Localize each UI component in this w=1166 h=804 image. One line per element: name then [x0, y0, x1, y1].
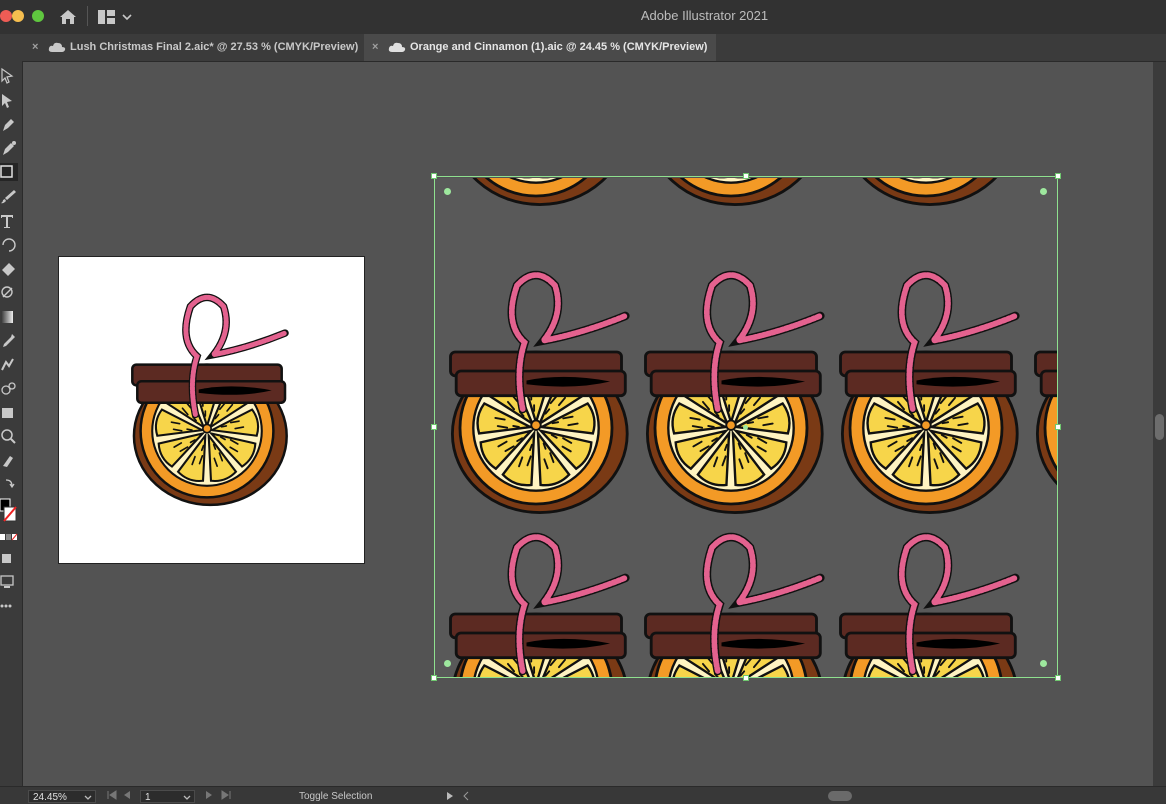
resize-handle-top-left[interactable]: [431, 173, 437, 179]
drawing-mode-icon[interactable]: [0, 551, 18, 569]
fill-stroke-swatches-icon: [0, 498, 17, 522]
pen-tool-icon[interactable]: [0, 116, 18, 134]
previous-artboard-icon[interactable]: [122, 790, 132, 800]
swatch-swap-icon[interactable]: [0, 477, 18, 495]
curvature-tool-icon[interactable]: [0, 140, 18, 158]
corner-widget-bottom-left[interactable]: [444, 660, 451, 667]
document-tab-bar: × Lush Christmas Final 2.aic* @ 27.53 % …: [0, 34, 1166, 62]
status-menu-arrow-icon[interactable]: [446, 791, 454, 801]
vertical-scroll-thumb[interactable]: [1155, 414, 1164, 440]
last-artboard-icon[interactable]: [220, 790, 232, 800]
status-bar: 24.45% 1 Toggle Selection: [0, 786, 1166, 804]
title-bar: Adobe Illustrator 2021: [0, 0, 1166, 34]
status-tool-text: Toggle Selection: [299, 791, 373, 802]
hand-tool-icon[interactable]: [0, 452, 18, 470]
tab-label: Lush Christmas Final 2.aic* @ 27.53 % (C…: [70, 41, 359, 53]
resize-handle-top[interactable]: [743, 173, 749, 179]
resize-handle-left[interactable]: [431, 424, 437, 430]
gradient-tool-icon[interactable]: [0, 308, 18, 326]
artboard-number-value: 1: [145, 792, 151, 803]
selection-tool-icon[interactable]: [0, 67, 18, 85]
vertical-scrollbar[interactable]: [1153, 62, 1166, 786]
zoom-level-field[interactable]: 24.45%: [28, 790, 96, 803]
eyedropper-tool-icon[interactable]: [0, 332, 18, 350]
artboard-tool-icon[interactable]: [0, 404, 18, 422]
resize-handle-bottom-left[interactable]: [431, 675, 437, 681]
cloud-document-icon: [388, 42, 406, 52]
blend-tool-icon[interactable]: [0, 356, 18, 374]
chevron-down-icon: [183, 795, 191, 800]
center-point[interactable]: [743, 425, 748, 430]
orange-cinnamon-illustration: [59, 257, 366, 565]
paintbrush-tool-icon[interactable]: [0, 188, 18, 206]
next-artboard-icon[interactable]: [204, 790, 214, 800]
rotate-tool-icon[interactable]: [0, 236, 18, 254]
close-tab-icon[interactable]: ×: [372, 34, 378, 61]
type-tool-icon[interactable]: [0, 212, 18, 230]
window-title: Adobe Illustrator 2021: [640, 8, 769, 23]
tab-orange-and-cinnamon[interactable]: × Orange and Cinnamon (1).aic @ 24.45 % …: [364, 34, 716, 61]
screen-mode-icon[interactable]: [0, 573, 18, 591]
scroll-left-arrow-icon[interactable]: [462, 791, 470, 801]
rectangle-tool-active[interactable]: [0, 163, 18, 181]
fill-stroke-icon[interactable]: [0, 497, 22, 525]
direct-selection-tool-icon[interactable]: [0, 92, 18, 110]
first-artboard-icon[interactable]: [106, 790, 118, 800]
corner-widget-top-left[interactable]: [444, 188, 451, 195]
rectangle-tool-icon: [0, 165, 13, 178]
corner-widget-bottom-right[interactable]: [1040, 660, 1047, 667]
more-tools-icon[interactable]: [0, 597, 18, 615]
chevron-down-icon: [84, 795, 92, 800]
resize-handle-right[interactable]: [1055, 424, 1061, 430]
zoom-level-value: 24.45%: [33, 792, 67, 803]
cloud-document-icon: [48, 42, 66, 52]
artboard-number-field[interactable]: 1: [140, 790, 195, 803]
zoom-tool-icon[interactable]: [0, 428, 18, 446]
horizontal-scroll-thumb[interactable]: [828, 791, 852, 801]
color-mode-icon[interactable]: [0, 531, 18, 549]
artboard-preview[interactable]: [58, 256, 365, 564]
resize-handle-bottom[interactable]: [743, 675, 749, 681]
resize-handle-bottom-right[interactable]: [1055, 675, 1061, 681]
scale-tool-icon[interactable]: [0, 284, 18, 302]
eraser-tool-icon[interactable]: [0, 260, 18, 278]
tab-lush-christmas[interactable]: × Lush Christmas Final 2.aic* @ 27.53 % …: [24, 34, 362, 61]
resize-handle-top-right[interactable]: [1055, 173, 1061, 179]
tab-label: Orange and Cinnamon (1).aic @ 24.45 % (C…: [410, 41, 708, 53]
corner-widget-top-right[interactable]: [1040, 188, 1047, 195]
close-tab-icon[interactable]: ×: [32, 34, 38, 61]
tools-panel: [0, 61, 23, 786]
symbol-sprayer-tool-icon[interactable]: [0, 380, 18, 398]
